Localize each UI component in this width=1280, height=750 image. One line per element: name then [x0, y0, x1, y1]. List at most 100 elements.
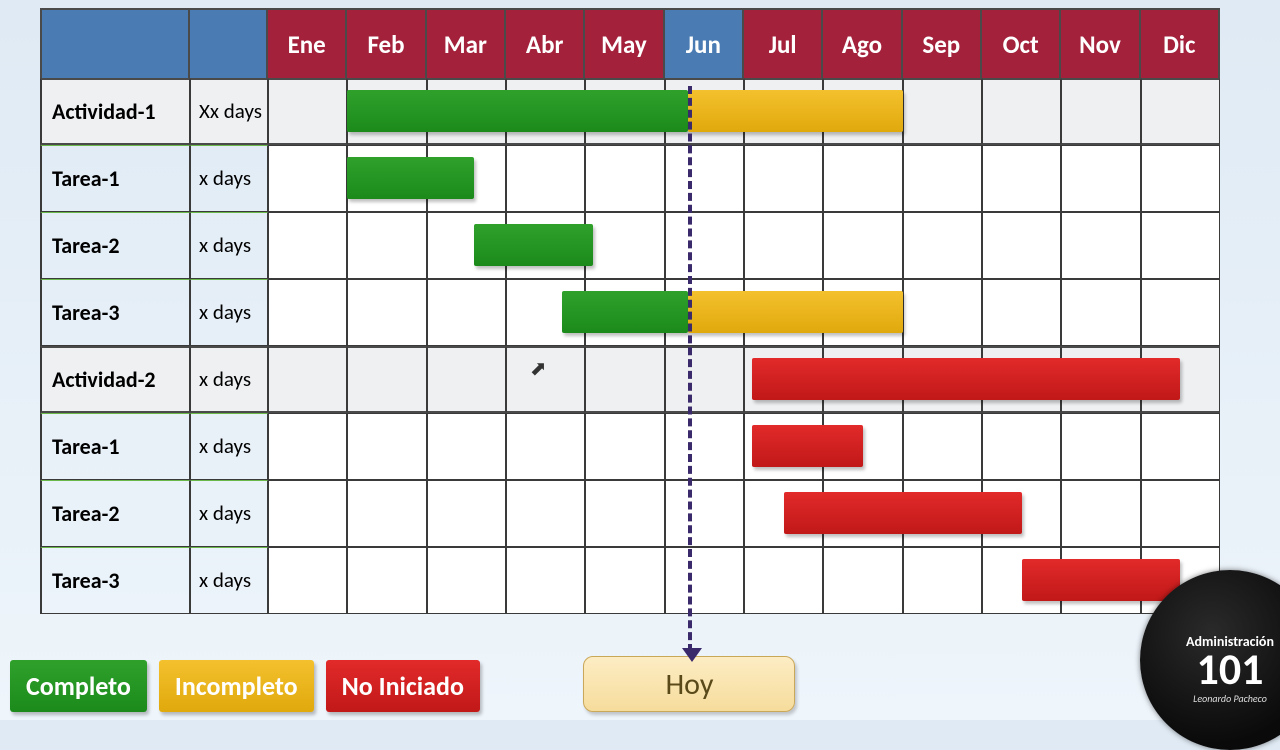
grid-cell: [1061, 480, 1140, 547]
month-dic: Dic: [1141, 8, 1220, 78]
grid-cell: [982, 212, 1061, 279]
gantt-bar: [784, 492, 1022, 534]
grid-cell: [268, 212, 347, 279]
month-may: May: [585, 8, 664, 78]
grid-cell: [744, 145, 823, 212]
header-corner: [40, 8, 190, 78]
row-1: Tarea-1x days: [40, 145, 1220, 212]
row-duration: x days: [190, 212, 268, 279]
grid-cell: [268, 279, 347, 346]
row-7: Tarea-3x days: [40, 547, 1220, 614]
grid-cell: [665, 145, 744, 212]
grid-cell: [903, 78, 982, 145]
row-duration: x days: [190, 279, 268, 346]
month-jun: Jun: [665, 8, 744, 78]
row-0: Actividad-1Xx days: [40, 78, 1220, 145]
row-name: Tarea-1: [40, 413, 190, 480]
grid-cell: [1141, 413, 1220, 480]
month-jul: Jul: [744, 8, 823, 78]
row-6: Tarea-2x days: [40, 480, 1220, 547]
row-name: Tarea-3: [40, 279, 190, 346]
grid-cell: [744, 212, 823, 279]
gantt-bar: [347, 157, 474, 199]
grid-cell: [506, 346, 585, 413]
gantt-rows: Actividad-1Xx daysTarea-1x daysTarea-2x …: [40, 78, 1220, 614]
grid-cell: [1061, 279, 1140, 346]
row-name: Tarea-3: [40, 547, 190, 614]
grid-cell: [665, 346, 744, 413]
grid-cell: [903, 279, 982, 346]
month-header: EneFebMarAbrMayJunJulAgoSepOctNovDic: [40, 8, 1220, 78]
grid-cell: [347, 547, 426, 614]
grid-cell: [347, 279, 426, 346]
grid-cell: [1141, 78, 1220, 145]
grid-cell: [982, 279, 1061, 346]
grid-cell: [268, 480, 347, 547]
grid-cell: [427, 279, 506, 346]
grid-cell: [506, 547, 585, 614]
grid-cell: [585, 212, 664, 279]
grid-cell: [427, 547, 506, 614]
grid-cell: [1141, 480, 1220, 547]
gantt-bar: [474, 224, 593, 266]
grid-cell: [665, 480, 744, 547]
month-oct: Oct: [982, 8, 1061, 78]
grid-cell: [1141, 279, 1220, 346]
gantt-bar: [347, 90, 688, 132]
gantt-bar: [688, 90, 902, 132]
grid-cell: [1061, 413, 1140, 480]
row-name: Tarea-1: [40, 145, 190, 212]
gantt-bar: [562, 291, 689, 333]
row-duration: x days: [190, 346, 268, 413]
grid-cell: [665, 413, 744, 480]
grid-cell: [347, 212, 426, 279]
legend-incomplete: Incompleto: [159, 660, 314, 712]
row-duration: x days: [190, 145, 268, 212]
grid-cell: [585, 413, 664, 480]
grid-cell: [347, 346, 426, 413]
row-duration: x days: [190, 547, 268, 614]
grid-cell: [268, 547, 347, 614]
grid-cell: [982, 145, 1061, 212]
legend-complete: Completo: [10, 660, 147, 712]
logo-line2: 101: [1197, 650, 1264, 690]
grid-cell: [982, 78, 1061, 145]
month-feb: Feb: [347, 8, 426, 78]
gantt-bar: [688, 291, 902, 333]
grid-cell: [1061, 212, 1140, 279]
row-name: Actividad-1: [40, 78, 190, 145]
row-duration: Xx days: [190, 78, 268, 145]
row-4: Actividad-2x days: [40, 346, 1220, 413]
grid-cell: [823, 547, 902, 614]
row-5: Tarea-1x days: [40, 413, 1220, 480]
month-ene: Ene: [268, 8, 347, 78]
grid-cell: [427, 413, 506, 480]
grid-cell: [268, 346, 347, 413]
grid-cell: [903, 212, 982, 279]
logo-line3: Leonardo Pacheco: [1193, 692, 1267, 705]
grid-cell: [665, 547, 744, 614]
month-abr: Abr: [506, 8, 585, 78]
row-name: Actividad-2: [40, 346, 190, 413]
grid-cell: [1141, 145, 1220, 212]
grid-cell: [1061, 78, 1140, 145]
month-mar: Mar: [427, 8, 506, 78]
grid-cell: [585, 145, 664, 212]
grid-cell: [1141, 212, 1220, 279]
grid-cell: [823, 145, 902, 212]
today-label: Hoy: [583, 656, 795, 712]
grid-cell: [268, 413, 347, 480]
row-duration: x days: [190, 413, 268, 480]
month-ago: Ago: [823, 8, 902, 78]
legend: Completo Incompleto No Iniciado: [10, 660, 480, 712]
header-duration-col: [190, 8, 268, 78]
grid-cell: [744, 547, 823, 614]
grid-cell: [347, 480, 426, 547]
grid-cell: [427, 346, 506, 413]
grid-cell: [903, 413, 982, 480]
grid-cell: [427, 480, 506, 547]
grid-cell: [268, 145, 347, 212]
grid-cell: [903, 145, 982, 212]
gantt-bar: [1022, 559, 1181, 601]
grid-cell: [268, 78, 347, 145]
